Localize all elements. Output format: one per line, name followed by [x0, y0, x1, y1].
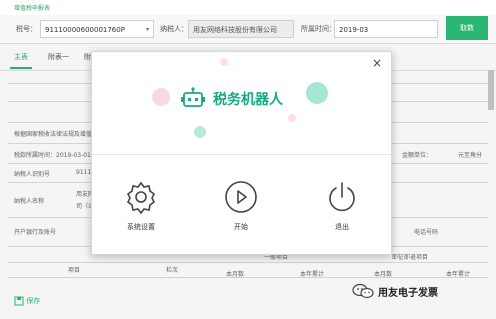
- save-button[interactable]: 保存: [14, 296, 40, 306]
- filter-bar: 税号： 91110000600001760P ▾ 纳税人： 用友网络科技股份有限…: [0, 15, 496, 44]
- tax-robot-dialog: × 税务机器人 系统设置 开始 退出: [91, 51, 392, 255]
- dialog-title: 税务机器人: [213, 92, 283, 108]
- decor-bubble: [288, 114, 296, 122]
- tax-no-label: 税号：: [16, 25, 37, 33]
- gear-icon: [126, 181, 156, 214]
- start-label: 开始: [234, 223, 248, 231]
- taxpayer-field: 用友网络科技股份有限公司: [188, 20, 294, 38]
- exit-label: 退出: [335, 223, 349, 231]
- robot-icon: [181, 87, 205, 107]
- chevron-down-icon: ▾: [145, 26, 149, 33]
- tax-no-select[interactable]: 91110000600001760P ▾: [40, 20, 154, 38]
- period-label: 所属时间：: [301, 25, 336, 33]
- period-value: 2019-03: [339, 26, 369, 34]
- close-icon[interactable]: ×: [372, 56, 382, 70]
- tax-no-value: 91110000600001760P: [45, 26, 125, 34]
- taxpayer-label: 纳税人：: [160, 25, 188, 33]
- power-icon: [329, 182, 355, 212]
- decor-bubble: [152, 88, 170, 106]
- wechat-icon: [352, 283, 374, 299]
- start-button[interactable]: 开始: [209, 180, 273, 232]
- save-label: 保存: [26, 297, 41, 305]
- save-icon: [14, 296, 24, 306]
- divider: [92, 154, 391, 155]
- system-settings-button[interactable]: 系统设置: [109, 180, 173, 232]
- page-title: 增值税申报表: [14, 5, 51, 12]
- exit-button[interactable]: 退出: [310, 180, 374, 232]
- dialog-header: × 税务机器人: [92, 52, 391, 154]
- play-icon: [225, 181, 257, 213]
- decor-bubble: [220, 58, 228, 66]
- system-settings-label: 系统设置: [127, 223, 155, 231]
- period-field[interactable]: 2019-03: [334, 20, 438, 38]
- decor-bubble: [306, 82, 328, 104]
- taxpayer-value: 用友网络科技股份有限公司: [193, 26, 277, 34]
- watermark-text: 用友电子发票: [378, 288, 438, 299]
- decor-bubble: [194, 126, 206, 138]
- fetch-data-button[interactable]: 取数: [446, 16, 488, 40]
